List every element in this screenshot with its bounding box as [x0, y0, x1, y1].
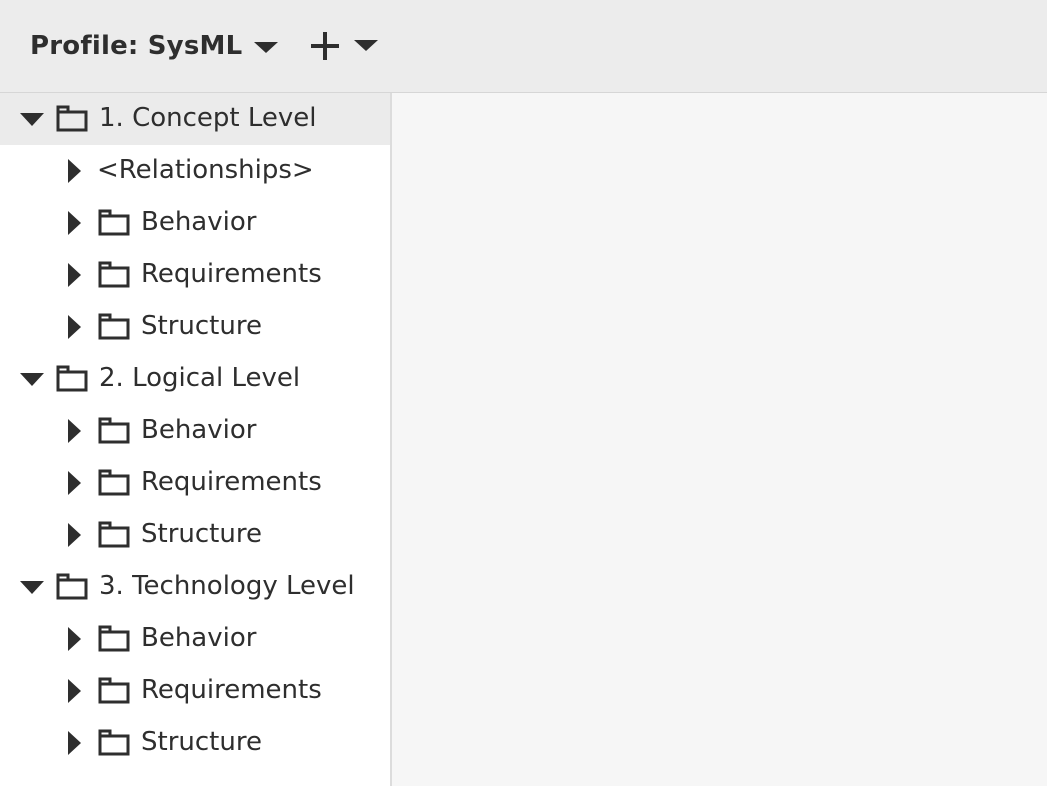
triangle-right-icon [67, 627, 81, 651]
tree-item-row[interactable]: Requirements [0, 457, 390, 509]
tree-item-label: Requirements [141, 259, 322, 289]
expand-toggle[interactable] [61, 522, 87, 548]
triangle-right-icon [67, 419, 81, 443]
tree-item-row[interactable]: Behavior [0, 613, 390, 665]
profile-selector-button[interactable]: Profile: SysML [30, 26, 279, 66]
expand-toggle[interactable] [61, 730, 87, 756]
tree-item-label: 3. Technology Level [99, 571, 355, 601]
tree-item-label: Behavior [141, 207, 257, 237]
triangle-down-icon [20, 372, 44, 386]
tree-item-label: 2. Logical Level [99, 363, 301, 393]
triangle-right-icon [67, 263, 81, 287]
tree-item-row[interactable]: Requirements [0, 249, 390, 301]
folder-icon [98, 416, 130, 444]
model-tree: 1. Concept Level <Relationships> Behavior R… [0, 93, 392, 786]
expand-toggle[interactable] [61, 262, 87, 288]
tree-item-label: 1. Concept Level [99, 103, 317, 133]
plus-icon [310, 31, 340, 61]
triangle-right-icon [67, 211, 81, 235]
folder-icon [98, 312, 130, 340]
folder-icon [98, 208, 130, 236]
folder-icon [56, 364, 88, 392]
tree-item-row[interactable]: Behavior [0, 197, 390, 249]
triangle-right-icon [67, 315, 81, 339]
tree-group-row[interactable]: 1. Concept Level [0, 93, 390, 145]
tree-item-label: Requirements [141, 467, 322, 497]
folder-icon [98, 468, 130, 496]
folder-icon [98, 260, 130, 288]
expand-toggle[interactable] [61, 314, 87, 340]
add-element-button[interactable] [310, 26, 378, 66]
folder-icon [98, 676, 130, 704]
expand-toggle[interactable] [61, 470, 87, 496]
toolbar: Profile: SysML [0, 0, 1047, 93]
caret-down-icon [254, 41, 279, 53]
tree-item-row[interactable]: Structure [0, 717, 390, 769]
tree-item-label: Requirements [141, 675, 322, 705]
expand-toggle[interactable] [61, 158, 87, 184]
expand-toggle[interactable] [61, 210, 87, 236]
tree-item-row[interactable]: Requirements [0, 665, 390, 717]
tree-item-row[interactable]: Structure [0, 301, 390, 353]
tree-item-label: Behavior [141, 623, 257, 653]
folder-icon [98, 728, 130, 756]
triangle-right-icon [67, 523, 81, 547]
folder-icon [98, 520, 130, 548]
expand-toggle[interactable] [61, 626, 87, 652]
triangle-right-icon [67, 159, 81, 183]
folder-icon [98, 624, 130, 652]
collapse-toggle[interactable] [19, 574, 45, 600]
tree-item-label: <Relationships> [97, 155, 314, 185]
collapse-toggle[interactable] [19, 366, 45, 392]
triangle-down-icon [20, 580, 44, 594]
tree-item-row[interactable]: Behavior [0, 405, 390, 457]
tree-item-label: Structure [141, 311, 262, 341]
triangle-right-icon [67, 731, 81, 755]
tree-item-label: Behavior [141, 415, 257, 445]
triangle-right-icon [67, 471, 81, 495]
tree-item-row[interactable]: Structure [0, 509, 390, 561]
expand-toggle[interactable] [61, 678, 87, 704]
expand-toggle[interactable] [61, 418, 87, 444]
folder-icon [56, 104, 88, 132]
content-area [392, 93, 1047, 786]
tree-item-label: Structure [141, 727, 262, 757]
folder-icon [56, 572, 88, 600]
tree-item-row[interactable]: <Relationships> [0, 145, 390, 197]
caret-down-icon [354, 39, 378, 51]
triangle-down-icon [20, 112, 44, 126]
collapse-toggle[interactable] [19, 106, 45, 132]
tree-item-label: Structure [141, 519, 262, 549]
tree-group-row[interactable]: 3. Technology Level [0, 561, 390, 613]
profile-label: Profile: SysML [30, 31, 243, 61]
triangle-right-icon [67, 679, 81, 703]
tree-group-row[interactable]: 2. Logical Level [0, 353, 390, 405]
